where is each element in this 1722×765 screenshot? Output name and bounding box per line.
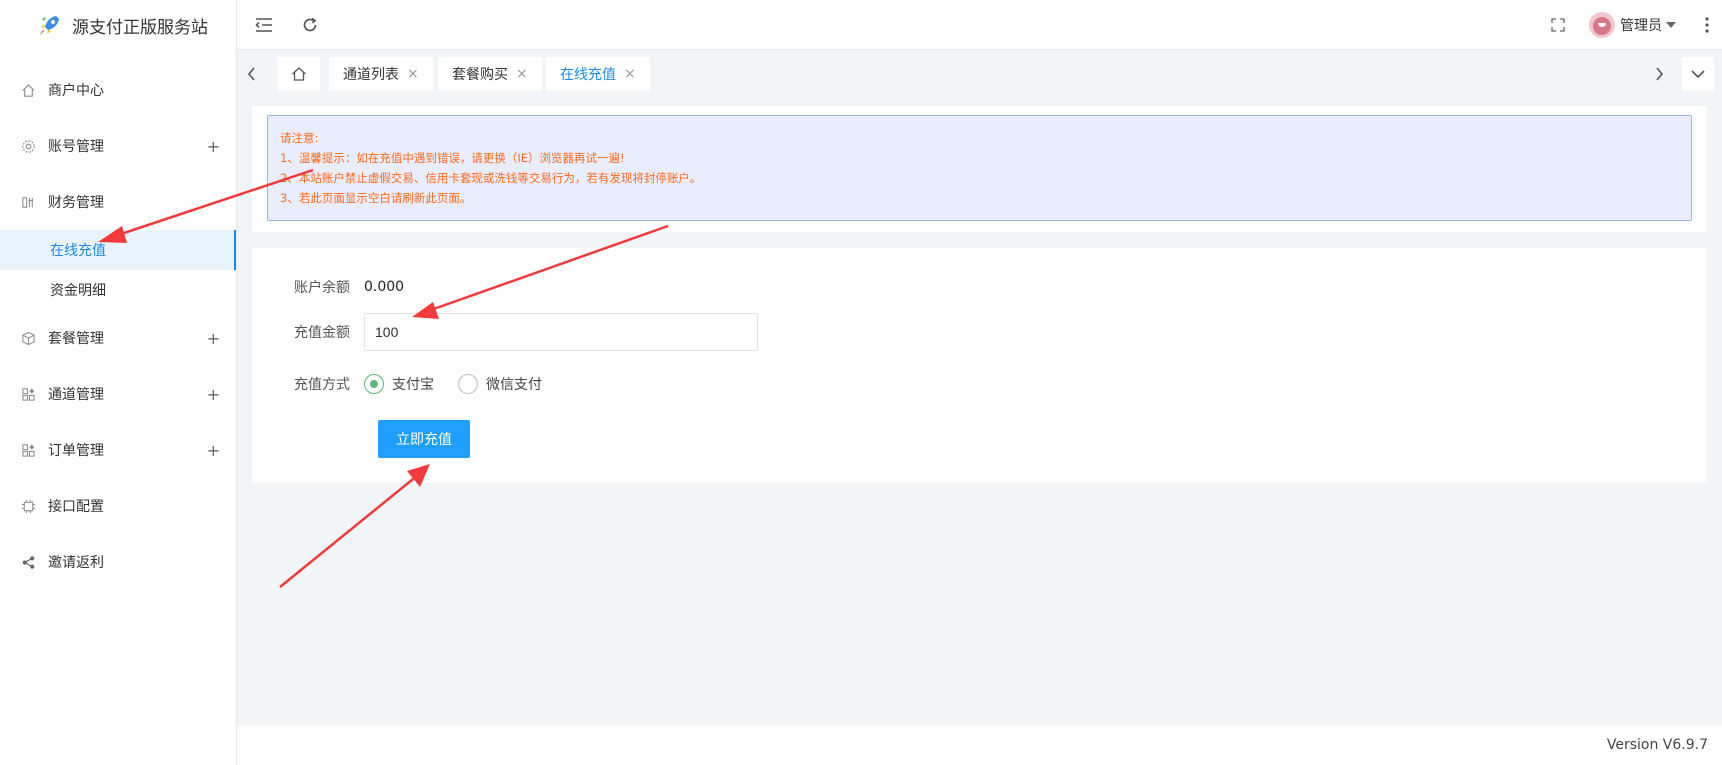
package-icon [20,330,36,346]
channel-icon [20,386,36,402]
sidebar-item-order[interactable]: 订单管理 + [0,422,236,478]
tab-online-recharge[interactable]: 在线充值 × [546,57,650,91]
amount-label: 充值金额 [294,325,350,341]
expand-plus-icon[interactable]: + [207,385,220,404]
tab-channel-list[interactable]: 通道列表 × [329,57,433,91]
balance-row: 账户余额 0.000 [252,268,404,306]
notice-line: 1、温馨提示：如在充值中遇到错误，请更换（IE）浏览器再试一遍! [280,151,625,165]
sidebar-item-label: 邀请返利 [48,555,104,571]
recharge-form-card: 账户余额 0.000 充值金额 充值方式 支付宝 微信支付 立即充值 [252,248,1707,483]
gear-icon [20,138,36,154]
share-icon [20,554,36,570]
tabs-bar: 通道列表 × 套餐购买 × 在线充值 × [237,50,1722,98]
more-vertical-icon[interactable] [1692,0,1722,50]
amount-input[interactable] [364,313,758,351]
user-name: 管理员 [1620,18,1662,34]
sidebar-item-label: 财务管理 [48,195,104,211]
refresh-icon[interactable] [287,0,333,50]
sidebar-item-channel[interactable]: 通道管理 + [0,366,236,422]
sidebar-item-label: 账号管理 [48,139,104,155]
close-icon[interactable]: × [407,66,419,82]
sidebar-item-label: 订单管理 [48,443,104,459]
sidebar-subitem-fund-details[interactable]: 资金明细 [0,270,236,310]
brand-logo[interactable]: 源支付正版服务站 [0,0,236,50]
expand-plus-icon[interactable]: + [207,137,220,156]
expand-plus-icon[interactable]: + [207,441,220,460]
notice-title: 请注意: [280,131,319,145]
sidebar-item-label: 套餐管理 [48,331,104,347]
sidebar-menu: 商户中心 账号管理 + 财务管理 在线充值 资金明细 套餐管理 + 通道管理 +… [0,62,236,590]
close-icon[interactable]: × [516,66,528,82]
balance-value: 0.000 [364,279,405,295]
radio-wechat-pay[interactable]: 微信支付 [458,374,542,394]
version-text: Version V6.9.7 [1606,737,1708,753]
radio-unchecked-icon [458,374,478,394]
user-menu[interactable]: 管理员 [1589,12,1676,38]
sidebar: 源支付正版服务站 商户中心 账号管理 + 财务管理 在线充值 资金明细 套餐管理… [0,0,237,765]
tab-label: 通道列表 [343,67,399,83]
api-icon [20,498,36,514]
notice-card: 请注意: 1、温馨提示：如在充值中遇到错误，请更换（IE）浏览器再试一遍! 2、… [252,106,1707,232]
footer: Version V6.9.7 [237,725,1722,765]
sidebar-item-label: 通道管理 [48,387,104,403]
radio-alipay[interactable]: 支付宝 [364,374,434,394]
sidebar-item-label: 接口配置 [48,499,104,515]
sidebar-item-finance[interactable]: 财务管理 [0,174,236,230]
recharge-now-button[interactable]: 立即充值 [378,420,470,458]
radio-label: 微信支付 [486,377,542,393]
tab-label: 套餐购买 [452,67,508,83]
balance-label: 账户余额 [294,280,350,296]
notice-line: 2、本站账户禁止虚假交易、信用卡套现或洗钱等交易行为，若有发现将封停账户。 [280,171,702,185]
sidebar-subitem-online-recharge[interactable]: 在线充值 [0,230,236,270]
notice-line: 3、若此页面显示空白请刷新此页面。 [280,191,472,205]
tabs-next-icon[interactable] [1644,57,1674,91]
radio-label: 支付宝 [392,377,434,393]
method-label: 充值方式 [294,377,350,393]
expand-plus-icon[interactable]: + [207,329,220,348]
avatar [1589,12,1615,38]
order-icon [20,442,36,458]
rocket-icon [37,12,63,38]
sidebar-item-package[interactable]: 套餐管理 + [0,310,236,366]
tab-home[interactable] [277,57,320,91]
sidebar-item-merchant-center[interactable]: 商户中心 [0,62,236,118]
radio-checked-icon [364,374,384,394]
close-icon[interactable]: × [624,66,636,82]
home-icon [20,82,36,98]
tabs-prev-icon[interactable] [237,57,267,91]
sidebar-item-label: 商户中心 [48,83,104,99]
brand-title: 源支付正版服务站 [72,17,208,38]
notice-box: 请注意: 1、温馨提示：如在充值中遇到错误，请更换（IE）浏览器再试一遍! 2、… [267,115,1692,221]
sidebar-item-invite[interactable]: 邀请返利 [0,534,236,590]
fullscreen-icon[interactable] [1535,0,1581,50]
tab-package-purchase[interactable]: 套餐购买 × [438,57,542,91]
home-icon [291,67,306,81]
method-row: 充值方式 支付宝 微信支付 [252,366,566,402]
sidebar-item-account[interactable]: 账号管理 + [0,118,236,174]
tab-label: 在线充值 [560,67,616,83]
top-bar: 管理员 [237,0,1722,50]
finance-icon [20,194,36,210]
submit-row: 立即充值 [378,420,470,458]
collapse-menu-icon[interactable] [241,0,287,50]
sidebar-item-api-config[interactable]: 接口配置 [0,478,236,534]
amount-row: 充值金额 [252,312,758,352]
tabs-dropdown-icon[interactable] [1682,57,1714,91]
chevron-down-icon [1666,22,1676,28]
